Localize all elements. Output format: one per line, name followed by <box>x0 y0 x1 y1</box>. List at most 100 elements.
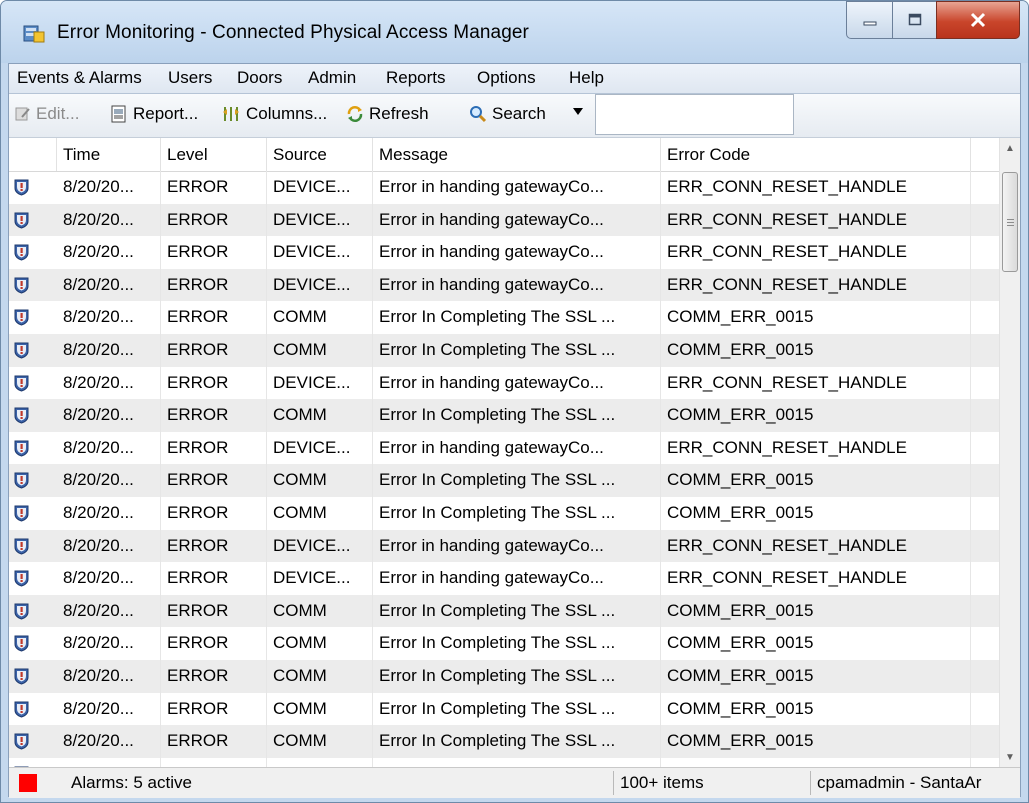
table-row[interactable]: 8/20/20... ERROR COMM Error In Completing T… <box>9 725 999 758</box>
table-row[interactable]: 8/20/20... ERROR COMM Error In Completing T… <box>9 497 999 530</box>
cell-source: DEVICE... <box>267 203 373 237</box>
cell-message: Error in handing gatewayCo... <box>373 171 661 204</box>
table-row[interactable]: 8/20/20... ERROR COMM Error In Completing T… <box>9 464 999 497</box>
table-row[interactable]: 8/20/20...ERRORDEVICE...Error in handing… <box>9 757 999 767</box>
cell-error-code: COMM_ERR_0015 <box>661 594 971 628</box>
maximize-button[interactable] <box>892 1 936 39</box>
menu-users[interactable]: Users <box>168 68 212 88</box>
cell-source: COMM <box>267 399 373 432</box>
table-row[interactable]: 8/20/20... ERROR COMM Error In Completing T… <box>9 594 999 628</box>
minimize-button[interactable] <box>846 1 892 39</box>
vertical-scrollbar[interactable]: ▲ ▼ <box>999 138 1020 767</box>
header-icon-column[interactable] <box>9 138 57 171</box>
menu-help[interactable]: Help <box>569 68 604 88</box>
toolbar: Edit... Report... Columns... Refresh Sea… <box>9 94 1020 138</box>
cell-message: Error In Completing The SSL ... <box>373 464 661 497</box>
cell-time: 8/20/20... <box>57 529 161 563</box>
cell-message: Error In Completing The SSL ... <box>373 660 661 693</box>
error-row-icon <box>14 212 29 229</box>
cell-source: DEVICE... <box>267 236 373 269</box>
cell-error-code: COMM_ERR_0015 <box>661 334 971 367</box>
scroll-down-icon[interactable]: ▼ <box>1000 747 1020 767</box>
cell-source: DEVICE... <box>267 529 373 563</box>
error-row-icon <box>14 244 29 261</box>
table-row[interactable]: 8/20/20... ERROR COMM Error In Completing T… <box>9 334 999 367</box>
search-button[interactable]: Search <box>469 104 546 124</box>
report-button[interactable]: Report... <box>110 104 198 124</box>
title-bar[interactable]: Error Monitoring - Connected Physical Ac… <box>1 1 1028 63</box>
header-message[interactable]: Message <box>373 138 661 171</box>
cell-time: 8/20/20... <box>57 268 161 302</box>
cell-source: COMM <box>267 301 373 334</box>
grip-line <box>1007 225 1014 226</box>
header-time[interactable]: Time <box>57 138 161 171</box>
columns-button[interactable]: Columns... <box>221 104 327 124</box>
cell-source: COMM <box>267 334 373 367</box>
cell-level: ERROR <box>161 236 267 269</box>
error-row-icon <box>14 375 29 392</box>
error-row-icon <box>14 733 29 750</box>
menu-options[interactable]: Options <box>477 68 536 88</box>
table-row[interactable]: 8/20/20...ERRORDEVICE...Error in handing… <box>9 268 999 302</box>
cell-level: ERROR <box>161 594 267 628</box>
refresh-button[interactable]: Refresh <box>346 104 429 124</box>
cell-time: 8/20/20... <box>57 692 161 726</box>
cell-error-code: COMM_ERR_0015 <box>661 692 971 726</box>
edit-button[interactable]: Edit... <box>15 104 79 124</box>
edit-icon <box>15 107 30 121</box>
error-row-icon <box>14 179 29 196</box>
table-row[interactable]: 8/20/20...ERRORDEVICE...Error in handing… <box>9 529 999 563</box>
error-row-icon <box>14 472 29 489</box>
menu-reports[interactable]: Reports <box>386 68 446 88</box>
table-row[interactable]: 8/20/20...ERRORDEVICE...Error in handing… <box>9 366 999 400</box>
cell-message: Error in handing gatewayCo... <box>373 203 661 237</box>
menu-admin[interactable]: Admin <box>308 68 356 88</box>
items-count: 100+ items <box>613 771 809 795</box>
table-row[interactable]: 8/20/20...ERRORDEVICE...Error in handing… <box>9 236 999 269</box>
columns-label: Columns... <box>246 104 328 123</box>
cell-message: Error In Completing The SSL ... <box>373 725 661 758</box>
table-row[interactable]: 8/20/20... ERROR COMM Error In Completing T… <box>9 399 999 432</box>
cell-error-code: COMM_ERR_0015 <box>661 399 971 432</box>
cell-source: DEVICE... <box>267 171 373 204</box>
cell-level: ERROR <box>161 497 267 530</box>
table-row[interactable]: 8/20/20... ERROR COMM Error In Completing T… <box>9 627 999 660</box>
table-row[interactable]: 8/20/20... ERROR COMM Error In Completing T… <box>9 301 999 334</box>
header-source[interactable]: Source <box>267 138 373 171</box>
table-row[interactable]: 8/20/20...ERRORDEVICE...Error in handing… <box>9 203 999 237</box>
dropdown-arrow-icon <box>573 108 583 115</box>
menu-events-alarms[interactable]: Events & Alarms <box>17 68 142 88</box>
cell-time: 8/20/20... <box>57 399 161 432</box>
table-row[interactable]: 8/20/20... ERROR COMM Error In Completing T… <box>9 692 999 726</box>
cell-level: ERROR <box>161 725 267 758</box>
cell-message: Error in handing gatewayCo... <box>373 431 661 465</box>
cell-time: 8/20/20... <box>57 725 161 758</box>
search-icon <box>470 106 487 123</box>
header-error-code[interactable]: Error Code <box>661 138 971 171</box>
cell-level: ERROR <box>161 399 267 432</box>
error-row-icon <box>14 603 29 620</box>
search-options-dropdown[interactable] <box>573 108 583 115</box>
alarm-indicator[interactable] <box>19 774 37 792</box>
table-row[interactable]: 8/20/20...ERRORDEVICE...Error in handing… <box>9 431 999 465</box>
cell-message: Error In Completing The SSL ... <box>373 399 661 432</box>
header-level[interactable]: Level <box>161 138 267 171</box>
cell-level: ERROR <box>161 366 267 400</box>
error-row-icon <box>14 342 29 359</box>
cell-error-code: COMM_ERR_0015 <box>661 497 971 530</box>
cell-message: Error in handing gatewayCo... <box>373 236 661 269</box>
scroll-up-icon[interactable]: ▲ <box>1000 138 1020 158</box>
scrollbar-thumb[interactable] <box>1002 172 1018 272</box>
cell-error-code: COMM_ERR_0015 <box>661 660 971 693</box>
report-icon <box>111 105 126 123</box>
table-row[interactable]: 8/20/20... ERROR COMM Error In Completing T… <box>9 660 999 693</box>
close-button[interactable] <box>936 1 1020 39</box>
alarms-status[interactable]: Alarms: 5 active <box>51 771 611 795</box>
cell-time: 8/20/20... <box>57 497 161 530</box>
search-input[interactable] <box>595 94 794 135</box>
menu-doors[interactable]: Doors <box>237 68 282 88</box>
grip-line <box>1007 219 1014 220</box>
table-row[interactable]: 8/20/20...ERRORDEVICE...Error in handing… <box>9 171 999 204</box>
cell-error-code: COMM_ERR_0015 <box>661 464 971 497</box>
table-row[interactable]: 8/20/20...ERRORDEVICE...Error in handing… <box>9 562 999 595</box>
